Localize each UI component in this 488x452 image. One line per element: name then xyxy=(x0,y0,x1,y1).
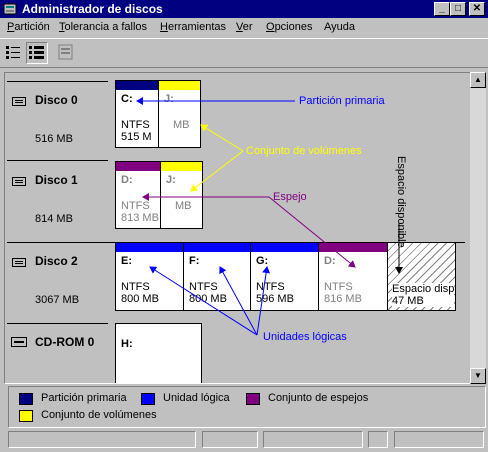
menu-opciones[interactable]: Opciones xyxy=(266,21,312,33)
legend-swatch-mirror xyxy=(246,393,260,405)
menu-bar: Partición Tolerancia a fallos Herramient… xyxy=(0,18,488,38)
volumes-view-icon[interactable] xyxy=(3,42,25,64)
maximize-button[interactable]: □ xyxy=(450,2,466,16)
properties-icon[interactable] xyxy=(56,42,78,64)
scroll-up-icon[interactable]: ▲ xyxy=(470,72,486,88)
toolbar xyxy=(0,38,488,68)
legend-swatch-volume-set xyxy=(19,410,33,422)
disk-map-pane: Disco 0 516 MB C: NTFS 515 M J: MB Disco … xyxy=(4,72,472,384)
legend-swatch-logical xyxy=(141,393,155,405)
close-button[interactable]: ✕ xyxy=(469,2,485,16)
menu-particion[interactable]: Partición xyxy=(7,21,50,33)
legend-label-primary: Partición primaria xyxy=(41,392,127,404)
callout-arrows xyxy=(136,97,403,336)
menu-herramientas[interactable]: Herramientas xyxy=(160,21,226,33)
legend-label-volume-set: Conjunto de volúmenes xyxy=(41,409,157,421)
vertical-scrollbar[interactable]: ▲ ▼ xyxy=(470,72,486,384)
disk-administrator-app-icon xyxy=(3,3,17,15)
status-panel-1 xyxy=(8,431,196,448)
status-panel-4 xyxy=(368,431,388,448)
minimize-button[interactable]: _ xyxy=(434,2,450,16)
menu-ver[interactable]: Ver xyxy=(236,21,253,33)
disk-config-view-icon[interactable] xyxy=(26,42,48,64)
menu-tolerancia[interactable]: Tolerancia a fallos xyxy=(59,21,147,33)
menu-ayuda[interactable]: Ayuda xyxy=(324,21,355,33)
status-panel-2 xyxy=(202,431,258,448)
status-panel-5 xyxy=(394,431,484,448)
scroll-down-icon[interactable]: ▼ xyxy=(470,368,486,384)
legend-swatch-primary xyxy=(19,393,33,405)
status-panel-3 xyxy=(263,431,363,448)
window-title: Administrador de discos xyxy=(22,2,163,16)
legend-label-logical: Unidad lógica xyxy=(163,392,230,404)
title-bar: Administrador de discos _ □ ✕ xyxy=(0,0,488,18)
legend-label-mirror: Conjunto de espejos xyxy=(268,392,369,404)
legend: Partición primaria Unidad lógica Conjunt… xyxy=(8,386,486,428)
